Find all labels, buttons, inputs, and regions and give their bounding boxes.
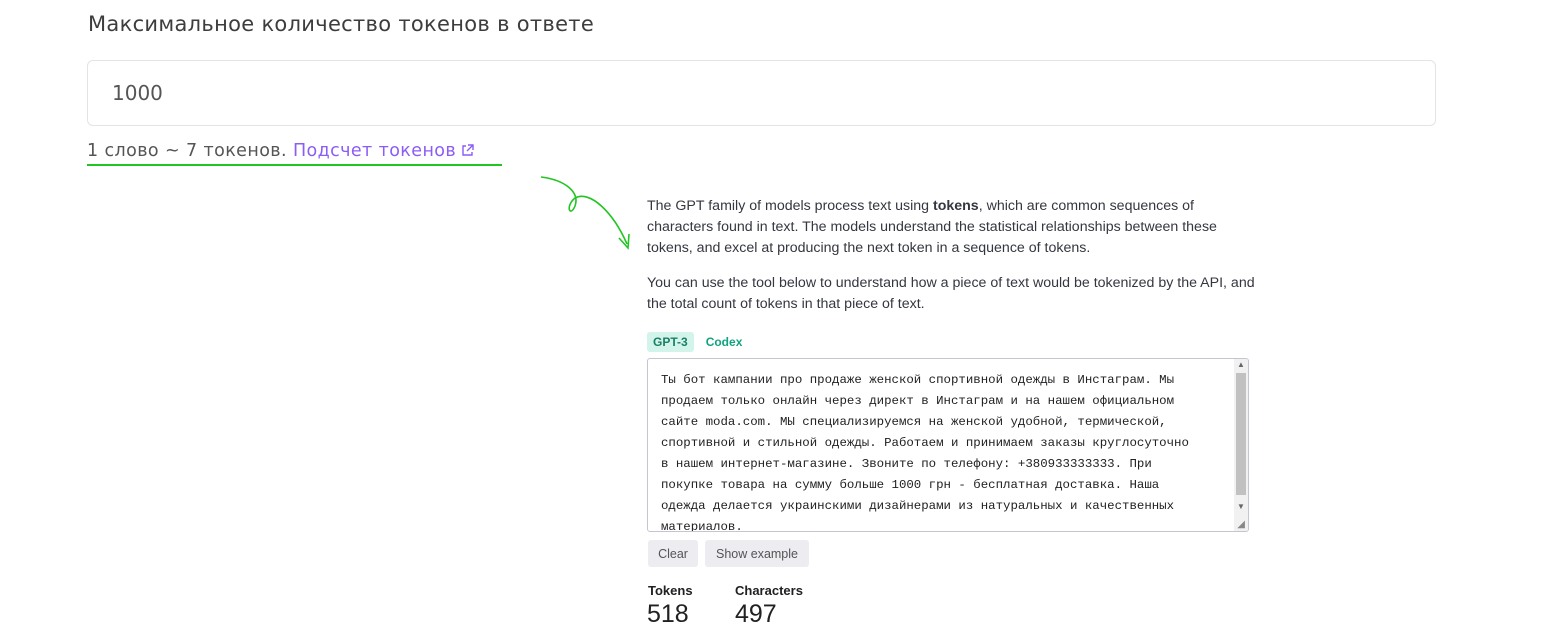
max-tokens-label: Максимальное количество токенов в ответе <box>88 12 595 36</box>
scrollbar-thumb[interactable] <box>1236 373 1246 495</box>
scroll-down-icon[interactable]: ▼ <box>1237 502 1245 511</box>
token-hint: 1 слово ~ 7 токенов. Подсчет токенов <box>87 141 475 163</box>
intro-paragraph: The GPT family of models process text us… <box>647 198 1217 256</box>
characters-label: Characters <box>735 583 803 598</box>
token-hint-text: 1 слово ~ 7 токенов. <box>87 141 287 161</box>
clear-button[interactable]: Clear <box>648 540 698 567</box>
annotation-arrow-icon <box>540 176 630 250</box>
usage-paragraph: You can use the tool below to understand… <box>647 275 1255 312</box>
tokens-label: Tokens <box>648 583 693 598</box>
tab-gpt3[interactable]: GPT-3 <box>647 332 694 352</box>
max-tokens-input[interactable] <box>87 60 1436 126</box>
model-tabs: GPT-3 Codex <box>647 332 748 352</box>
tab-codex[interactable]: Codex <box>700 332 749 352</box>
tokenizer-textarea[interactable]: Ты бот кампании про продаже женской спор… <box>659 368 1229 531</box>
tokens-count: 518 <box>647 600 689 628</box>
textarea-scrollbar[interactable]: ▲ ▼ <box>1234 359 1248 531</box>
tokenizer-input-box: Ты бот кампании про продаже женской спор… <box>647 358 1249 532</box>
characters-count: 497 <box>735 600 777 628</box>
hint-highlight-underline <box>87 164 502 166</box>
token-count-link[interactable]: Подсчет токенов <box>293 141 475 161</box>
external-link-icon <box>460 143 475 163</box>
scroll-up-icon[interactable]: ▲ <box>1237 360 1245 369</box>
show-example-button[interactable]: Show example <box>705 540 809 567</box>
tokenizer-description: The GPT family of models process text us… <box>647 196 1257 329</box>
resize-handle-icon[interactable]: ◢ <box>1237 519 1245 530</box>
